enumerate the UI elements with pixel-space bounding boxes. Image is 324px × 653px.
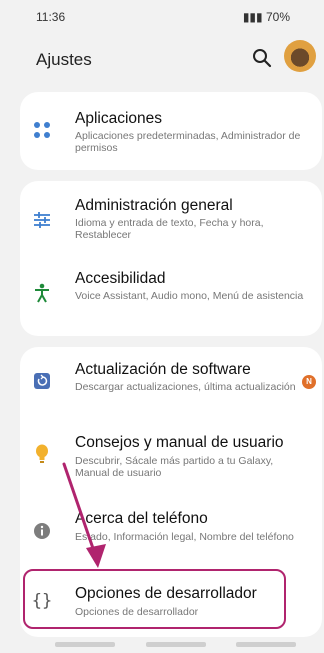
item-subtitle: Estado, Información legal, Nombre del te… xyxy=(75,531,294,543)
nav-bar-right xyxy=(236,642,296,647)
sliders-icon xyxy=(30,208,54,232)
nav-bar-left xyxy=(55,642,115,647)
item-title: Actualización de software xyxy=(75,361,251,378)
status-time: 11:36 xyxy=(36,10,66,24)
search-icon[interactable] xyxy=(250,46,274,70)
item-subtitle: Descubrir, Sácale más partido a tu Galax… xyxy=(75,455,274,479)
software-update-icon xyxy=(30,369,54,393)
highlight-box xyxy=(23,569,286,629)
item-title: Consejos y manual de usuario xyxy=(75,434,284,451)
signal-icon: ▮▮▮ xyxy=(242,10,263,24)
header: Ajustes xyxy=(0,40,324,84)
item-subtitle: Idioma y entrada de texto, Fecha y hora,… xyxy=(75,217,264,241)
lightbulb-icon xyxy=(30,442,54,466)
page-title: Ajustes xyxy=(36,50,92,69)
item-subtitle: Aplicaciones predeterminadas, Administra… xyxy=(75,130,301,154)
battery-level: 70% xyxy=(265,10,290,24)
settings-item-accesibilidad[interactable]: Accesibilidad Voice Assistant, Audio mon… xyxy=(20,259,322,336)
apps-dots-icon xyxy=(30,118,54,142)
settings-item-administracion-general[interactable]: Administración general Idioma y entrada … xyxy=(20,181,322,259)
avatar[interactable] xyxy=(284,40,316,72)
item-title: Administración general xyxy=(75,197,233,214)
settings-item-acerca-telefono[interactable]: Acerca del teléfono Estado, Información … xyxy=(20,497,322,567)
nav-bar-center xyxy=(146,642,206,647)
status-bar: 11:36 ▮▮▮ 70% xyxy=(0,0,324,32)
item-subtitle: Descargar actualizaciones, última actual… xyxy=(75,381,296,393)
status-battery: ▮▮▮ 70% xyxy=(243,10,290,24)
settings-item-actualizacion-software[interactable]: Actualización de software Descargar actu… xyxy=(20,347,322,422)
settings-item-aplicaciones[interactable]: Aplicaciones Aplicaciones predeterminada… xyxy=(20,92,322,170)
item-title: Accesibilidad xyxy=(75,270,166,287)
accessibility-person-icon xyxy=(30,281,54,305)
item-title: Aplicaciones xyxy=(75,110,163,127)
settings-item-consejos[interactable]: Consejos y manual de usuario Descubrir, … xyxy=(20,422,322,497)
card-general: Administración general Idioma y entrada … xyxy=(20,181,322,336)
notification-badge: N xyxy=(302,375,316,389)
info-icon xyxy=(30,519,54,543)
card-apps: Aplicaciones Aplicaciones predeterminada… xyxy=(20,92,322,170)
item-subtitle: Voice Assistant, Audio mono, Menú de asi… xyxy=(75,290,304,302)
item-title: Acerca del teléfono xyxy=(75,510,208,527)
